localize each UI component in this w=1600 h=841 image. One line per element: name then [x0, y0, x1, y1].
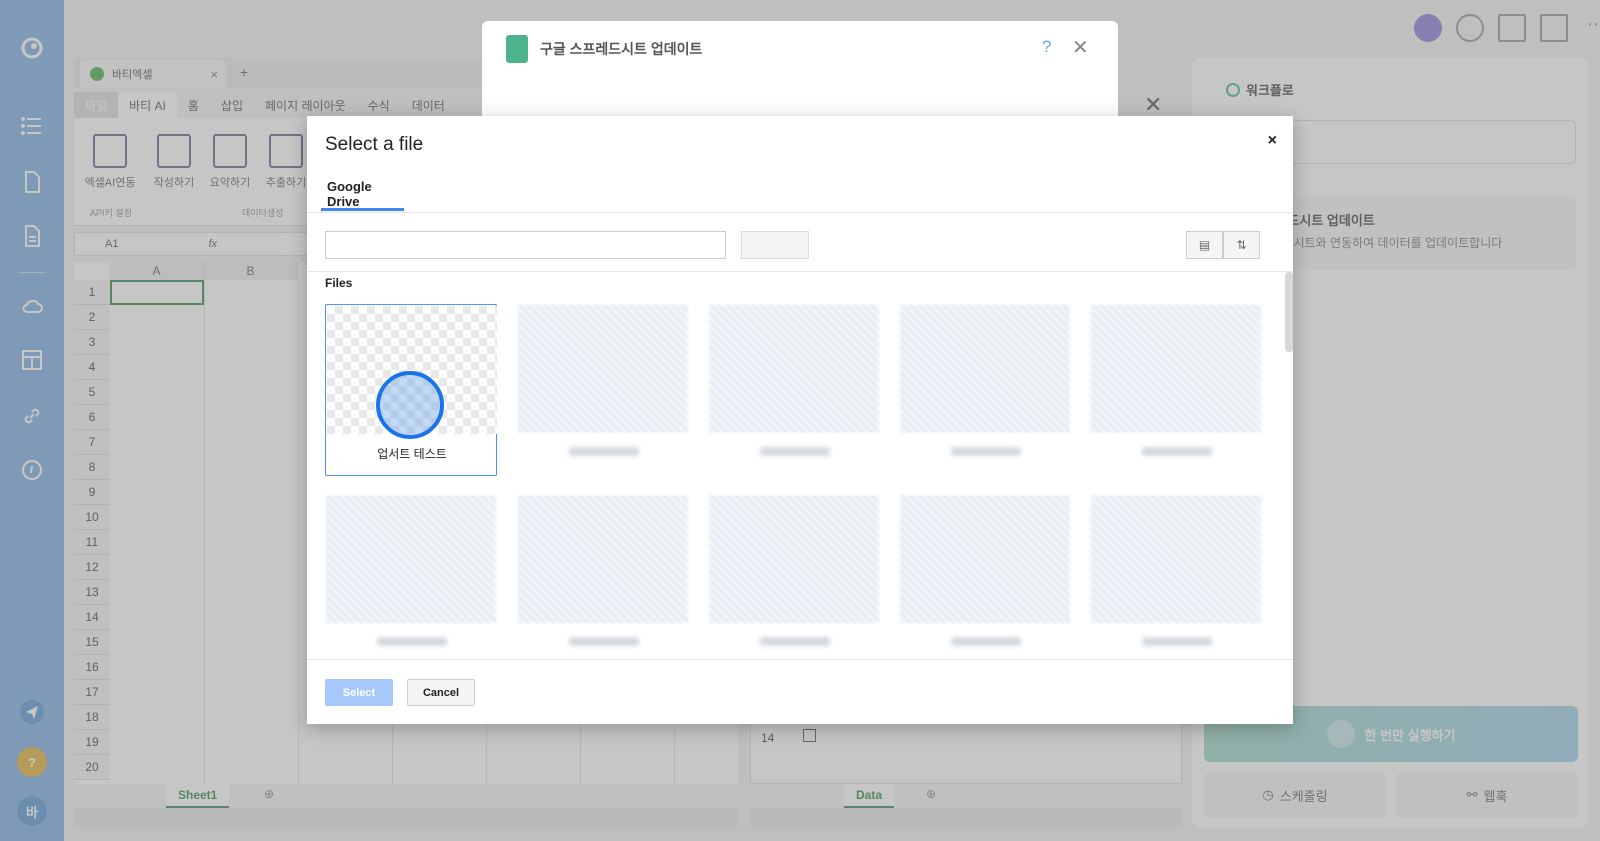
file-thumbnail	[1091, 305, 1261, 433]
sort-az-icon[interactable]: ⇅	[1223, 231, 1260, 259]
file-thumbnail	[900, 495, 1070, 623]
close-icon[interactable]: ✕	[1144, 92, 1162, 118]
close-icon[interactable]: ✕	[1072, 35, 1089, 60]
file-tile[interactable]: 업서트 테스트	[325, 304, 497, 476]
help-icon[interactable]: ?	[1042, 37, 1051, 57]
file-tile[interactable]	[325, 494, 497, 666]
file-tile[interactable]	[1090, 494, 1262, 666]
file-tile[interactable]	[708, 494, 880, 666]
file-thumbnail	[900, 305, 1070, 433]
file-thumbnail	[1091, 495, 1261, 623]
file-tile[interactable]	[708, 304, 880, 476]
tab-google-drive[interactable]: Google Drive	[321, 172, 404, 211]
search-button[interactable]	[741, 231, 809, 259]
file-name: 업서트 테스트	[377, 447, 447, 461]
cancel-button[interactable]: Cancel	[407, 679, 475, 706]
file-tile[interactable]	[1090, 304, 1262, 476]
file-tile[interactable]	[517, 494, 689, 666]
file-thumbnail	[518, 495, 688, 623]
picker-title: Select a file	[325, 134, 424, 155]
tab-divider	[307, 212, 1293, 213]
file-tile[interactable]	[517, 304, 689, 476]
gs-update-dialog: 구글 스프레드시트 업데이트 ? ✕	[482, 21, 1118, 121]
toolbar-divider	[307, 271, 1293, 272]
gs-dialog-title: 구글 스프레드시트 업데이트	[540, 41, 703, 57]
file-tile[interactable]	[899, 304, 1071, 476]
select-button[interactable]: Select	[325, 679, 393, 706]
files-section-label: Files	[325, 276, 353, 290]
close-icon[interactable]: ×	[1268, 132, 1277, 150]
file-thumbnail	[326, 495, 496, 623]
file-tile[interactable]	[899, 494, 1071, 666]
footer-divider	[307, 659, 1293, 660]
file-thumbnail	[709, 495, 879, 623]
scrollbar[interactable]	[1285, 272, 1293, 352]
list-view-icon[interactable]: ▤	[1186, 231, 1223, 259]
file-picker-dialog: Select a file × Google Drive ▤ ⇅ Files 업…	[307, 116, 1293, 724]
google-sheets-icon	[506, 35, 528, 63]
file-thumbnail	[709, 305, 879, 433]
file-thumbnail	[518, 305, 688, 433]
cursor-highlight	[376, 371, 444, 439]
search-input[interactable]	[325, 231, 726, 259]
